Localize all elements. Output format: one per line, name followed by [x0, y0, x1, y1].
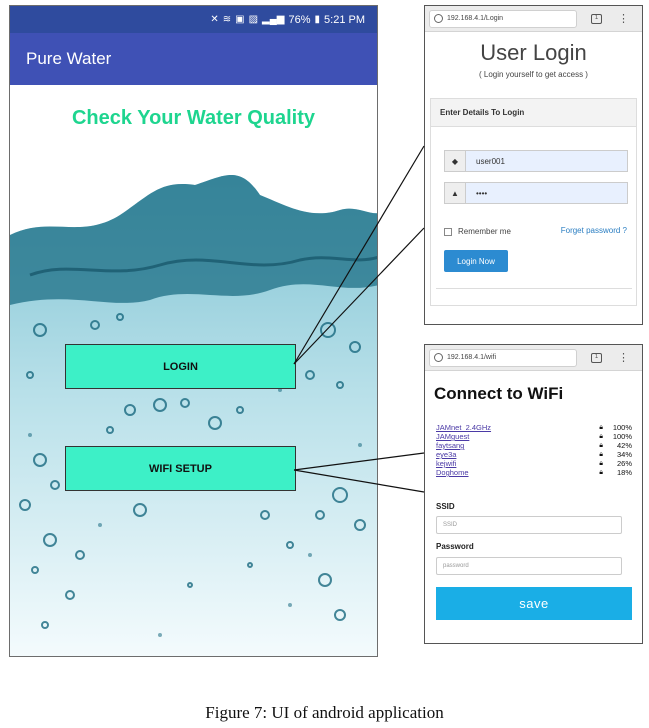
callout-line	[293, 145, 425, 365]
callout-line	[293, 469, 425, 493]
figure-caption: Figure 7: UI of android application	[205, 703, 444, 722]
callout-lines	[293, 145, 425, 493]
callout-line	[293, 452, 425, 471]
callout-line	[293, 227, 425, 365]
